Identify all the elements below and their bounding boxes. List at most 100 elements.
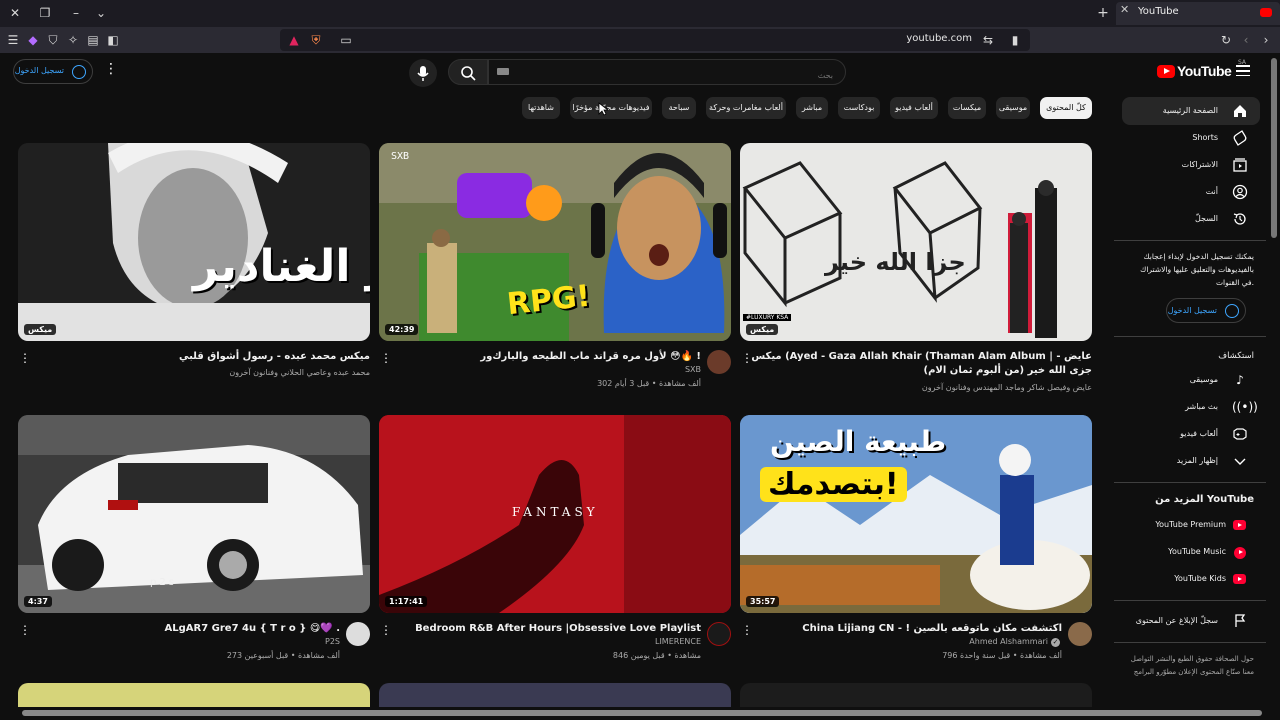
shield-icon[interactable]: ⛉	[43, 30, 63, 50]
chip-watched[interactable]: شاهدتها	[522, 97, 560, 119]
search-button[interactable]	[448, 59, 488, 85]
search-input[interactable]	[488, 59, 846, 85]
youtube-logo[interactable]: YouTube SA	[1157, 59, 1246, 81]
duration-badge: ميكس	[746, 324, 779, 335]
guide-item-you[interactable]: أنت	[1122, 178, 1260, 206]
forward-icon[interactable]: ›	[1256, 30, 1276, 50]
tab-list-chevron-icon[interactable]: ⌄	[91, 3, 111, 23]
video-menu-icon[interactable]: ⋮	[379, 351, 393, 369]
warning-icon[interactable]: ▲	[284, 30, 304, 50]
video-thumbnail[interactable]: RPG! SXB 42:39	[379, 143, 731, 341]
address-bar[interactable]: ▲ ⛨ ▭ youtube.com ⇆	[280, 29, 1030, 51]
video-thumbnail[interactable]: سير الغنادير ميكس	[18, 143, 370, 341]
thumbnail-text: جزا الله خير	[825, 248, 966, 276]
tab-youtube[interactable]: ✕ YouTube	[1116, 2, 1280, 25]
guide-item-shorts[interactable]: Shorts	[1122, 124, 1260, 152]
guide-item-music[interactable]: موسيقى ♪	[1122, 366, 1260, 394]
video-meta: 273 ألف مشاهدة • قبل أسبوعين	[226, 651, 340, 660]
video-title[interactable]: Bedroom R&B After Hours |Obsessive Love …	[401, 622, 701, 636]
guide-item-live[interactable]: بث مباشر ((•))	[1122, 393, 1260, 421]
chip-recently-uploaded[interactable]: فيديوهات محمّلة مؤخرًا	[570, 97, 652, 119]
channel-avatar[interactable]	[707, 622, 731, 646]
brave-shield-icon[interactable]: ⛨	[306, 30, 326, 50]
chip-podcasts[interactable]: بودكاست	[838, 97, 880, 119]
video-thumbnail-partial[interactable]	[18, 683, 370, 707]
duration-badge: 1:17:41	[385, 596, 428, 607]
mouse-cursor-icon	[598, 102, 608, 116]
tab-close-icon[interactable]: ✕	[1120, 3, 1129, 16]
minimize-window-icon[interactable]: –	[66, 3, 86, 23]
guide-signin-button[interactable]: تسجيل الدخول	[1166, 298, 1246, 323]
history-icon	[1232, 211, 1248, 227]
video-channel[interactable]: LIMERENCE	[655, 637, 701, 646]
horizontal-scrollbar[interactable]	[0, 707, 1280, 720]
guide-item-report-history[interactable]: سجلّ الإبلاغ عن المحتوى	[1122, 607, 1260, 635]
video-title[interactable]: China Lijiang CN - ! اكتشفت مكان ماتوقعه…	[762, 622, 1062, 636]
video-title[interactable]: ميكس محمد عبده - رسول أشواق قلبي	[52, 350, 370, 364]
guide-footer-links[interactable]: حول الصحافة حقوق الطبع والنشر التواصل مع…	[1130, 653, 1254, 679]
video-thumbnail[interactable]: p2s 4:37	[18, 415, 370, 613]
video-channel[interactable]: SXB	[685, 365, 701, 374]
video-channel[interactable]: P2S	[325, 637, 340, 646]
guide-item-youtube-music[interactable]: YouTube Music	[1122, 538, 1260, 566]
guide-item-gaming[interactable]: ألعاب فيديو	[1122, 420, 1260, 448]
video-channel[interactable]: عايض وفيصل شاكر وماجد المهندس وفنانون آخ…	[922, 383, 1092, 392]
video-title[interactable]: ميكس (Ayed - Gaza Allah Khair (Thaman Al…	[742, 350, 1092, 378]
video-thumbnail-partial[interactable]	[379, 683, 731, 707]
video-menu-icon[interactable]: ⋮	[379, 623, 393, 641]
tab-manager-icon[interactable]: ▤	[83, 30, 103, 50]
chip-live[interactable]: مباشر	[796, 97, 828, 119]
signin-button[interactable]: تسجيل الدخول	[13, 59, 93, 84]
puzzle-icon[interactable]: ✧	[63, 30, 83, 50]
bookmark-icon[interactable]: ▮	[1005, 30, 1025, 50]
video-thumbnail-partial[interactable]	[740, 683, 1092, 707]
extension-icon[interactable]: ◆	[23, 30, 43, 50]
guide-label: YouTube Kids	[1174, 574, 1226, 583]
chip-music[interactable]: موسيقى	[996, 97, 1030, 119]
channel-avatar[interactable]	[346, 622, 370, 646]
close-window-icon[interactable]: ✕	[5, 3, 25, 23]
video-channel[interactable]: Ahmed Alshammari	[969, 637, 1048, 646]
sidebar-toggle-icon[interactable]: ◧	[103, 30, 123, 50]
reload-icon[interactable]: ↻	[1216, 30, 1236, 50]
restore-window-icon[interactable]: ❐	[35, 3, 55, 23]
video-menu-icon[interactable]: ⋮	[18, 351, 32, 369]
site-settings-icon[interactable]: ⇆	[978, 30, 998, 50]
chip-video-games[interactable]: ألعاب فيديو	[890, 97, 938, 119]
video-menu-icon[interactable]: ⋮	[18, 623, 32, 641]
new-tab-icon[interactable]: +	[1093, 3, 1113, 23]
guide-item-history[interactable]: السجلّ	[1122, 205, 1260, 233]
guide-show-more[interactable]: إظهار المزيد	[1122, 447, 1260, 475]
keyboard-icon[interactable]	[497, 68, 509, 75]
thumbnail-text-2: بتصدمك!	[760, 467, 907, 502]
settings-kebab-icon[interactable]: ⋮	[104, 61, 118, 81]
guide-menu-icon[interactable]	[1236, 65, 1250, 77]
guide-item-youtube-kids[interactable]: YouTube Kids	[1122, 565, 1260, 593]
vertical-scrollbar[interactable]	[1268, 53, 1280, 707]
channel-avatar[interactable]	[707, 350, 731, 374]
guide-item-home[interactable]: الصفحة الرئيسية	[1122, 97, 1260, 125]
video-channel[interactable]: محمد عبده وعاصي الحلاني وفنانون آخرون	[229, 368, 370, 377]
scrollbar-thumb[interactable]	[22, 710, 1262, 716]
channel-avatar[interactable]	[1068, 622, 1092, 646]
video-menu-icon[interactable]: ⋮	[740, 623, 754, 641]
guide-item-subscriptions[interactable]: الاشتراكات	[1122, 151, 1260, 179]
back-icon[interactable]: ‹	[1236, 30, 1256, 50]
guide-item-youtube-premium[interactable]: YouTube Premium	[1122, 511, 1260, 539]
hamburger-menu-icon[interactable]: ☰	[3, 30, 23, 50]
reader-mode-icon[interactable]: ▭	[336, 30, 356, 50]
chip-action-adventure[interactable]: ألعاب مغامرات وحركة	[706, 97, 786, 119]
video-thumbnail[interactable]: FANTASY 1:17:41	[379, 415, 731, 613]
scrollbar-thumb[interactable]	[1271, 58, 1277, 238]
user-icon	[72, 65, 86, 79]
logo-text: YouTube	[1177, 63, 1232, 79]
video-title[interactable]: لأول مره قراند ماب الطيحه والبارك‌ور 😳🔥 …	[401, 350, 701, 364]
guide-signin-prompt: يمكنك تسجيل الدخول لإبداء إعجابك بالفيدي…	[1140, 252, 1254, 287]
voice-search-button[interactable]	[409, 59, 437, 87]
video-thumbnail[interactable]: طبيعة الصين بتصدمك! 35:57	[740, 415, 1092, 613]
video-title[interactable]: ALgAR7 Gre7 4u { T r o } 😋💜 .	[40, 622, 341, 636]
chip-swimming[interactable]: سباحة	[662, 97, 696, 119]
chip-all[interactable]: كلّ المحتوى	[1040, 97, 1092, 119]
video-thumbnail[interactable]: جزا الله خير #LUXURY KSA ميكس	[740, 143, 1092, 341]
chip-mixes[interactable]: ميكسات	[948, 97, 986, 119]
